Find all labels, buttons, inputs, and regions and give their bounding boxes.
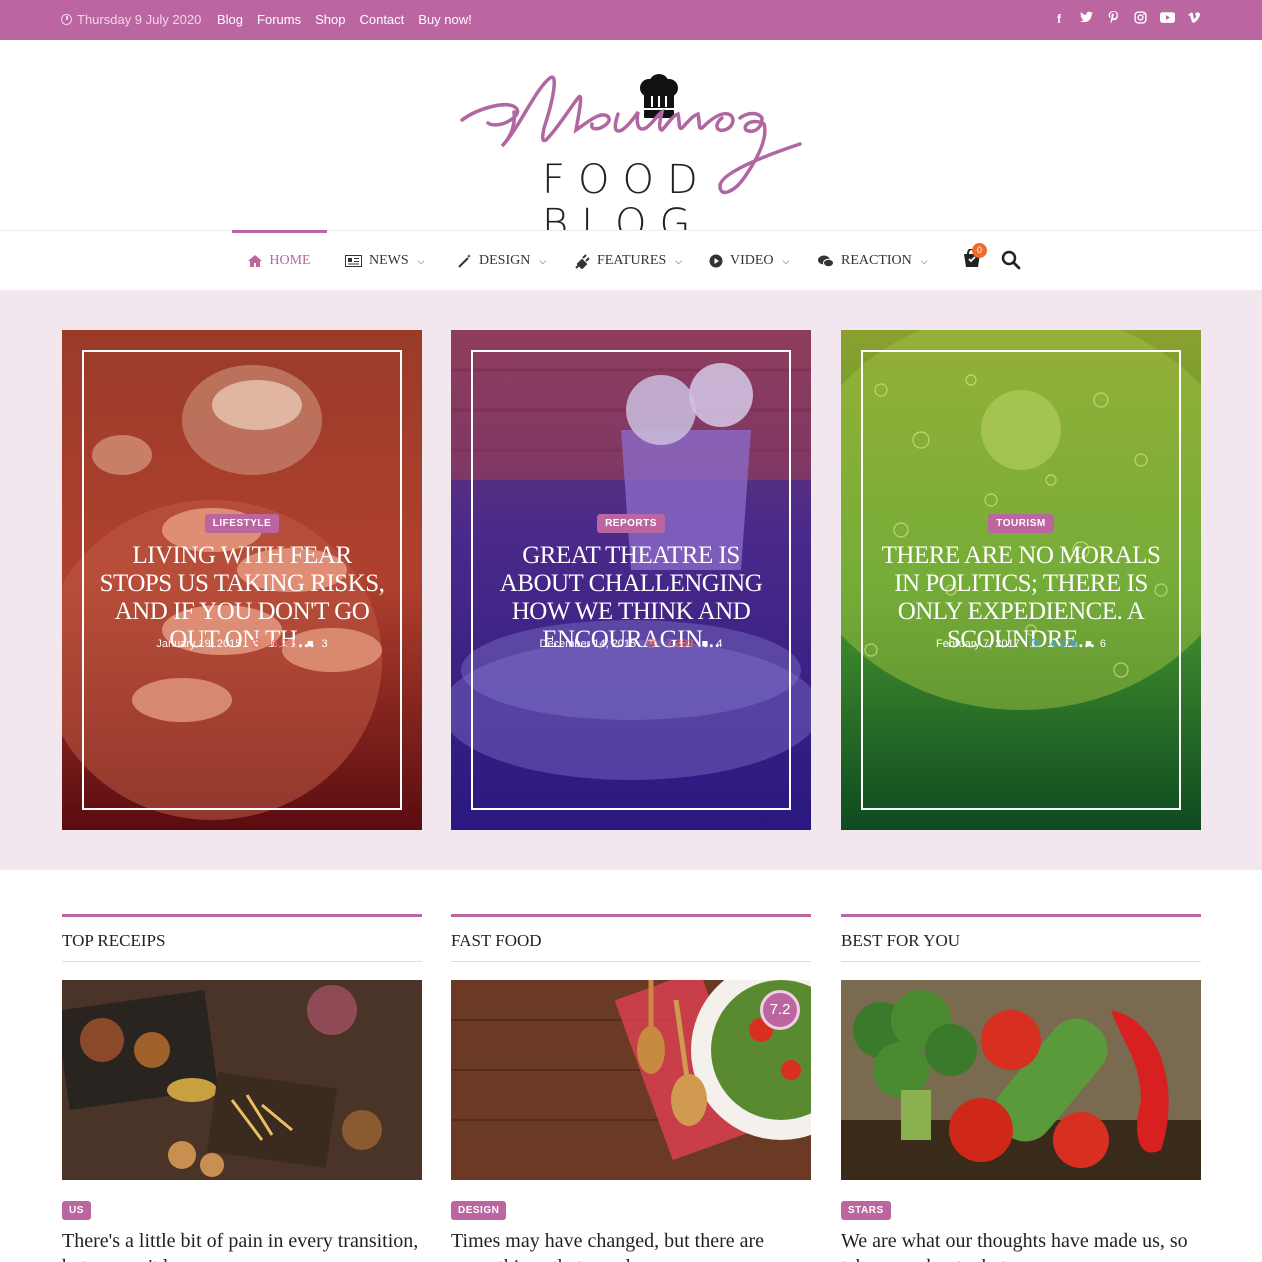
post-image-vegetables[interactable] [841,980,1201,1180]
category-badge[interactable]: TOURISM [988,514,1054,533]
category-badge[interactable]: LIFESTYLE [204,514,280,533]
nav-video[interactable]: VIDEO ⌵ [709,231,789,291]
post-date: January 19, 2015 [156,637,242,650]
magic-wand-icon [458,254,471,268]
facebook-icon[interactable]: f [1052,11,1066,27]
social-links: f [1052,11,1201,27]
post-image-salad [451,980,811,1180]
nav-features[interactable]: FEATURES ⌵ [575,231,682,291]
chevron-down-icon: ⌵ [417,255,425,266]
section-heading[interactable]: BEST FOR YOU [841,917,1201,962]
view-count: 6,245 [271,637,299,650]
post-image-wrapper[interactable]: 7.2 [451,980,811,1180]
card-meta: January 19, 2015 👁 6,245 ■ 3 [62,637,422,651]
comment-icon: ■ [701,637,709,650]
instagram-icon[interactable] [1133,11,1147,27]
post-title[interactable]: We are what our thoughts have made us, s… [841,1228,1201,1262]
hero-card[interactable]: TOURISM THERE ARE NO MORALS IN POLITICS;… [841,330,1201,830]
review-score-badge: 7.2 [760,990,800,1030]
top-link-shop[interactable]: Shop [315,12,345,27]
category-badge[interactable]: REPORTS [597,514,665,533]
section-heading[interactable]: FAST FOOD [451,917,811,962]
post-tag[interactable]: US [62,1201,91,1220]
date-display: Thursday 9 July 2020 [61,12,201,27]
comment-icon: ■ [306,637,314,650]
nav-news-label: NEWS [369,253,409,268]
post-date: December 14, 2015 [539,637,637,650]
nav-home-label: HOME [269,252,311,268]
hero-card[interactable]: LIFESTYLE LIVING WITH FEAR STOPS US TAKI… [62,330,422,830]
comment-count: 4 [716,637,723,650]
nav-home[interactable]: HOME [232,230,327,288]
search-icon[interactable] [1001,250,1021,270]
chevron-down-icon: ⌵ [782,255,790,266]
twitter-icon[interactable] [1079,11,1093,27]
comment-icon: ■ [1085,637,1092,650]
section-top-receips: TOP RECEIPS US There's a little bit of p… [62,914,422,1262]
post-title[interactable]: Times may have changed, but there are so… [451,1228,811,1262]
post-tag[interactable]: DESIGN [451,1201,507,1220]
section-fast-food: FAST FOOD 7.2 DESIGN Times may have chan… [451,914,811,1262]
top-link-contact[interactable]: Contact [359,12,404,27]
chevron-down-icon: ⌵ [539,255,547,266]
nav-video-label: VIDEO [730,253,774,268]
date-text: Thursday 9 July 2020 [77,12,202,27]
main-nav: HOME NEWS ⌵ DESIGN ⌵ FEATURES ⌵ VIDEO ⌵ … [0,230,1262,290]
nav-features-label: FEATURES [597,253,667,268]
vimeo-icon[interactable] [1187,11,1201,27]
nav-reaction[interactable]: REACTION ⌵ [818,231,928,291]
chevron-down-icon: ⌵ [920,255,928,266]
chat-icon [818,255,834,267]
card-meta: December 14, 2015 👁 7,383 ■ 4 [451,637,811,651]
nav-reaction-label: REACTION [841,253,912,268]
section-heading[interactable]: TOP RECEIPS [62,917,422,962]
top-bar: Thursday 9 July 2020 Blog Forums Shop Co… [0,0,1262,40]
youtube-icon[interactable] [1160,11,1175,27]
top-link-forums[interactable]: Forums [257,12,301,27]
post-date: February 7, 2017 [935,637,1020,650]
eye-icon: 👁 [1027,638,1042,650]
nav-news[interactable]: NEWS ⌵ [345,231,425,291]
eye-icon: 👁 [644,638,659,650]
chevron-down-icon: ⌵ [675,255,683,266]
top-link-blog[interactable]: Blog [217,12,243,27]
play-icon [709,254,723,268]
top-link-buy-now[interactable]: Buy now! [418,12,471,27]
hero-card[interactable]: REPORTS GREAT THEATRE IS ABOUT CHALLENGI… [451,330,811,830]
top-links: Blog Forums Shop Contact Buy now! [217,12,486,27]
post-tag[interactable]: STARS [841,1201,891,1220]
nav-design-label: DESIGN [479,253,531,268]
home-icon [248,254,263,267]
clock-icon [61,14,72,25]
section-best-for-you: BEST FOR YOU STARS We are what our thoug… [841,914,1201,1262]
cart-count-badge: 0 [972,243,987,258]
post-title[interactable]: There's a little bit of pain in every tr… [62,1228,422,1262]
site-logo[interactable]: FOOD BLOG [458,68,808,246]
comment-count: 3 [321,637,328,650]
eye-icon: 👁 [249,638,264,650]
site-header: FOOD BLOG [0,40,1262,246]
plug-icon [575,253,590,269]
card-meta: February 7, 2017 👁 4,278 ■ 6 [841,637,1201,651]
post-image-grill[interactable] [62,980,422,1180]
view-count: 7,383 [666,637,694,650]
comment-count: 6 [1099,637,1107,650]
view-count: 4,278 [1049,637,1078,650]
newspaper-icon [345,255,362,267]
nav-design[interactable]: DESIGN ⌵ [458,231,546,291]
pinterest-icon[interactable] [1106,11,1120,27]
